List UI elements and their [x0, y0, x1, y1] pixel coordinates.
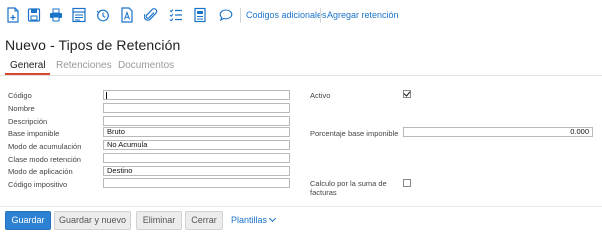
chevron-down-icon	[268, 214, 277, 223]
print-icon[interactable]	[49, 7, 63, 23]
new-document-icon[interactable]	[6, 7, 20, 23]
additional-codes-link[interactable]: Codigos adicionales	[246, 10, 327, 20]
base-imponible-label: Base imponible	[8, 129, 60, 138]
save-and-new-button[interactable]: Guardar y nuevo	[54, 211, 131, 230]
report-icon[interactable]	[193, 7, 207, 23]
save-icon[interactable]	[27, 7, 41, 23]
descripcion-field[interactable]	[103, 116, 290, 126]
text-cursor	[106, 92, 107, 99]
tab-general[interactable]: General	[10, 60, 46, 71]
modo-acumulacion-select[interactable]: No Acumula	[103, 140, 290, 150]
close-button[interactable]: Cerrar	[185, 211, 223, 230]
tab-documentos[interactable]: Documentos	[118, 60, 174, 71]
codigo-impositivo-label: Código impositivo	[8, 180, 68, 189]
codigo-label: Código	[8, 91, 32, 100]
toolbar: Codigos adicionales Agregar retención	[0, 0, 602, 30]
codigo-impositivo-select[interactable]	[103, 178, 290, 188]
templates-label: Plantillas	[231, 215, 268, 225]
comment-icon[interactable]	[219, 7, 233, 23]
delete-button[interactable]: Eliminar	[136, 211, 182, 230]
calculo-suma-checkbox[interactable]	[403, 179, 411, 187]
clase-modo-retencion-select[interactable]	[103, 153, 290, 163]
modo-acumulacion-label: Modo de acumulación	[8, 142, 82, 151]
descripcion-label: Descripción	[8, 117, 48, 126]
activo-label: Activo	[310, 91, 331, 100]
active-tab-indicator	[5, 73, 50, 75]
toolbar-separator	[320, 8, 321, 23]
modo-aplicacion-select[interactable]: Destino	[103, 166, 290, 176]
history-icon[interactable]	[96, 7, 110, 23]
porcentaje-base-label: Porcentaje base imponible	[310, 129, 399, 138]
page-title: Nuevo - Tipos de Retención	[5, 37, 181, 53]
attachment-icon[interactable]	[144, 7, 158, 23]
base-imponible-select[interactable]: Bruto	[103, 127, 290, 137]
calculo-suma-label: Calculo por la suma de facturas	[310, 179, 387, 197]
porcentaje-base-field[interactable]: 0.000	[403, 127, 593, 137]
activo-checkbox[interactable]	[403, 90, 411, 98]
toolbar-separator	[240, 8, 241, 23]
checklist-icon[interactable]	[169, 7, 183, 23]
tab-retenciones[interactable]: Retenciones	[56, 60, 112, 71]
nombre-field[interactable]	[103, 103, 290, 113]
templates-dropdown[interactable]: Plantillas	[231, 214, 277, 225]
nombre-label: Nombre	[8, 104, 35, 113]
save-button[interactable]: Guardar	[5, 211, 51, 230]
clase-modo-retencion-label: Clase modo retención	[8, 155, 81, 164]
tab-bar: General Retenciones Documentos	[0, 58, 602, 76]
add-retention-link[interactable]: Agregar retención	[327, 10, 399, 20]
codigo-field[interactable]	[103, 90, 290, 100]
print-preview-icon[interactable]	[72, 7, 86, 23]
modo-aplicacion-label: Modo de aplicación	[8, 167, 73, 176]
text-document-icon[interactable]	[120, 7, 134, 23]
